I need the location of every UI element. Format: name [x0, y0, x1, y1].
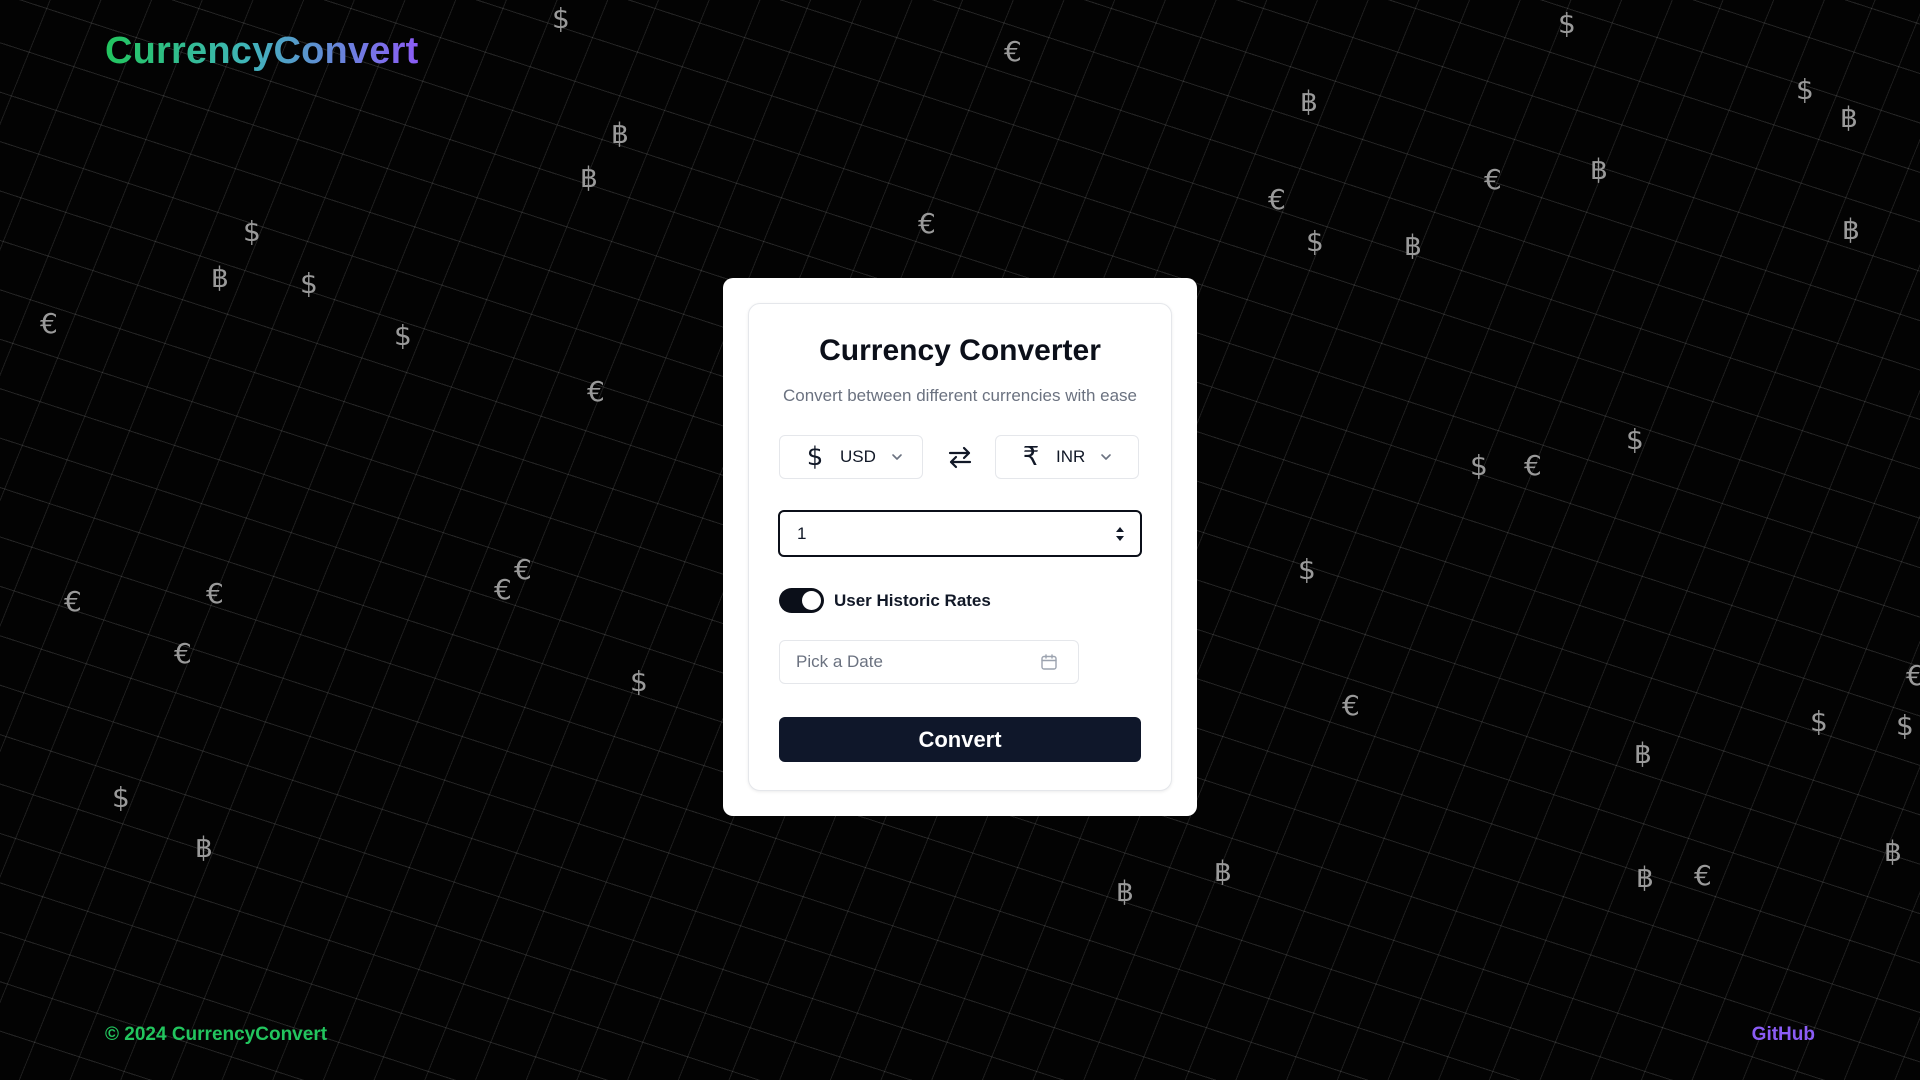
historic-rates-toggle[interactable]	[779, 588, 824, 613]
rupee-icon: ₹	[1022, 442, 1040, 472]
to-currency-select[interactable]: ₹ INR	[995, 435, 1139, 479]
amount-field	[778, 510, 1142, 557]
background-baht-icon: ฿	[1840, 101, 1858, 134]
background-dollar-icon: $	[112, 781, 130, 814]
background-dollar-icon: $	[1896, 709, 1914, 742]
swap-currencies-button[interactable]	[945, 442, 975, 472]
background-dollar-icon: $	[630, 665, 648, 698]
background-euro-icon: €	[40, 307, 58, 340]
historic-rates-row: User Historic Rates	[779, 588, 991, 613]
background-dollar-icon: $	[1558, 7, 1576, 40]
background-euro-icon: €	[1004, 35, 1022, 68]
background-euro-icon: €	[514, 553, 532, 586]
toggle-knob	[802, 591, 821, 610]
background-dollar-icon: $	[394, 319, 412, 352]
github-link[interactable]: GitHub	[1752, 1024, 1815, 1046]
background-euro-icon: €	[206, 577, 224, 610]
swap-icon	[946, 443, 974, 471]
background-baht-icon: ฿	[195, 831, 213, 864]
amount-stepper[interactable]	[1114, 524, 1126, 544]
background-dollar-icon: $	[1796, 73, 1814, 106]
date-picker-placeholder: Pick a Date	[796, 652, 883, 671]
background-baht-icon: ฿	[1636, 861, 1654, 894]
background-baht-icon: ฿	[1116, 875, 1134, 908]
chevron-down-icon	[1099, 450, 1113, 464]
background-baht-icon: ฿	[580, 161, 598, 194]
background-baht-icon: ฿	[611, 117, 629, 150]
from-currency-code: USD	[840, 447, 876, 466]
background-euro-icon: €	[1484, 163, 1502, 196]
background-baht-icon: ฿	[1404, 229, 1422, 262]
background-baht-icon: ฿	[1634, 737, 1652, 770]
background-baht-icon: ฿	[1842, 213, 1860, 246]
background-dollar-icon: $	[552, 2, 570, 35]
background-dollar-icon: $	[243, 215, 261, 248]
converter-card: Currency Converter Convert between diffe…	[748, 303, 1172, 791]
background-baht-icon: ฿	[1214, 855, 1232, 888]
date-picker-button[interactable]: Pick a Date	[779, 640, 1079, 684]
background-baht-icon: ฿	[1884, 835, 1902, 868]
card-subtitle: Convert between different currencies wit…	[782, 386, 1138, 405]
convert-button[interactable]: Convert	[779, 717, 1141, 762]
background-dollar-icon: $	[1298, 553, 1316, 586]
historic-rates-label: User Historic Rates	[834, 590, 991, 610]
background-euro-icon: €	[918, 207, 936, 240]
from-currency-select[interactable]: $ USD	[779, 435, 923, 479]
background-dollar-icon: $	[1626, 423, 1644, 456]
footer-copyright: © 2024 CurrencyConvert	[105, 1024, 328, 1045]
dollar-icon: $	[806, 442, 824, 472]
background-euro-icon: €	[587, 375, 605, 408]
background-euro-icon: €	[494, 573, 512, 606]
app-logo[interactable]: CurrencyConvert	[105, 30, 418, 73]
page-background: $ € $ $ ฿ ฿ ฿ ฿ ฿ € € ฿ $ € $ ฿ ฿ $ € $ …	[0, 0, 1920, 1080]
background-baht-icon: ฿	[1300, 85, 1318, 118]
background-euro-icon: €	[64, 585, 82, 618]
to-currency-code: INR	[1056, 447, 1086, 466]
calendar-icon	[1040, 653, 1058, 671]
background-baht-icon: ฿	[211, 261, 229, 294]
chevron-down-icon	[890, 450, 904, 464]
background-dollar-icon: $	[300, 267, 318, 300]
background-euro-icon: €	[1694, 859, 1712, 892]
background-euro-icon: €	[1342, 689, 1360, 722]
background-baht-icon: ฿	[1590, 153, 1608, 186]
background-euro-icon: €	[1524, 449, 1542, 482]
card-title: Currency Converter	[819, 334, 1101, 367]
background-dollar-icon: $	[1810, 705, 1828, 738]
background-dollar-icon: $	[1470, 449, 1488, 482]
amount-input[interactable]	[795, 522, 1099, 545]
background-euro-icon: €	[1268, 183, 1286, 216]
converter-panel: Currency Converter Convert between diffe…	[723, 278, 1197, 816]
background-euro-icon: €	[174, 637, 192, 670]
background-dollar-icon: $	[1306, 225, 1324, 258]
background-euro-icon: €	[1906, 659, 1920, 692]
